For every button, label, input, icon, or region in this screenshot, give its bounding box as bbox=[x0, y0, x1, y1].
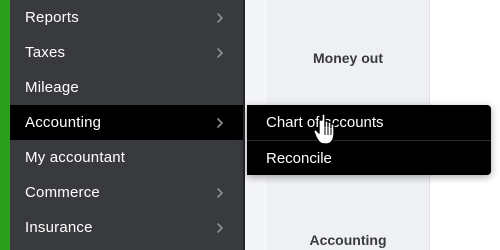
accounting-section-label: Accounting bbox=[309, 232, 387, 248]
sidebar-item-reports[interactable]: Reports bbox=[10, 0, 243, 35]
chevron-right-icon bbox=[214, 12, 226, 24]
sidebar-item-label: My accountant bbox=[25, 149, 126, 166]
left-nav-sidebar: Reports Taxes Mileage Accounting My acco… bbox=[10, 0, 243, 250]
money-out-label: Money out bbox=[313, 50, 383, 66]
chevron-right-icon bbox=[214, 187, 226, 199]
chevron-right-icon bbox=[214, 222, 226, 234]
sidebar-item-label: Mileage bbox=[25, 79, 79, 96]
sidebar-item-label: Insurance bbox=[25, 219, 93, 236]
sidebar-item-label: Taxes bbox=[25, 44, 66, 61]
sidebar-item-taxes[interactable]: Taxes bbox=[10, 35, 243, 70]
sidebar-item-commerce[interactable]: Commerce bbox=[10, 175, 243, 210]
sidebar-item-my-accountant[interactable]: My accountant bbox=[10, 140, 243, 175]
accounting-submenu: Chart of accounts Reconcile bbox=[247, 105, 491, 175]
chevron-right-icon bbox=[214, 47, 226, 59]
sidebar-item-insurance[interactable]: Insurance bbox=[10, 210, 243, 245]
submenu-item-reconcile[interactable]: Reconcile bbox=[247, 141, 491, 176]
hand-pointer-icon bbox=[313, 112, 343, 148]
app-window: Reports Taxes Mileage Accounting My acco… bbox=[0, 0, 500, 250]
submenu-item-chart-of-accounts[interactable]: Chart of accounts bbox=[247, 105, 491, 140]
brand-accent-strip bbox=[0, 0, 10, 250]
chevron-right-icon bbox=[214, 117, 226, 129]
sidebar-item-label: Accounting bbox=[25, 114, 102, 131]
sidebar-item-label: Commerce bbox=[25, 184, 100, 201]
sidebar-item-mileage[interactable]: Mileage bbox=[10, 70, 243, 105]
sidebar-item-label: Reports bbox=[25, 9, 79, 26]
sidebar-item-accounting[interactable]: Accounting bbox=[10, 105, 243, 140]
submenu-item-label: Reconcile bbox=[266, 150, 332, 167]
